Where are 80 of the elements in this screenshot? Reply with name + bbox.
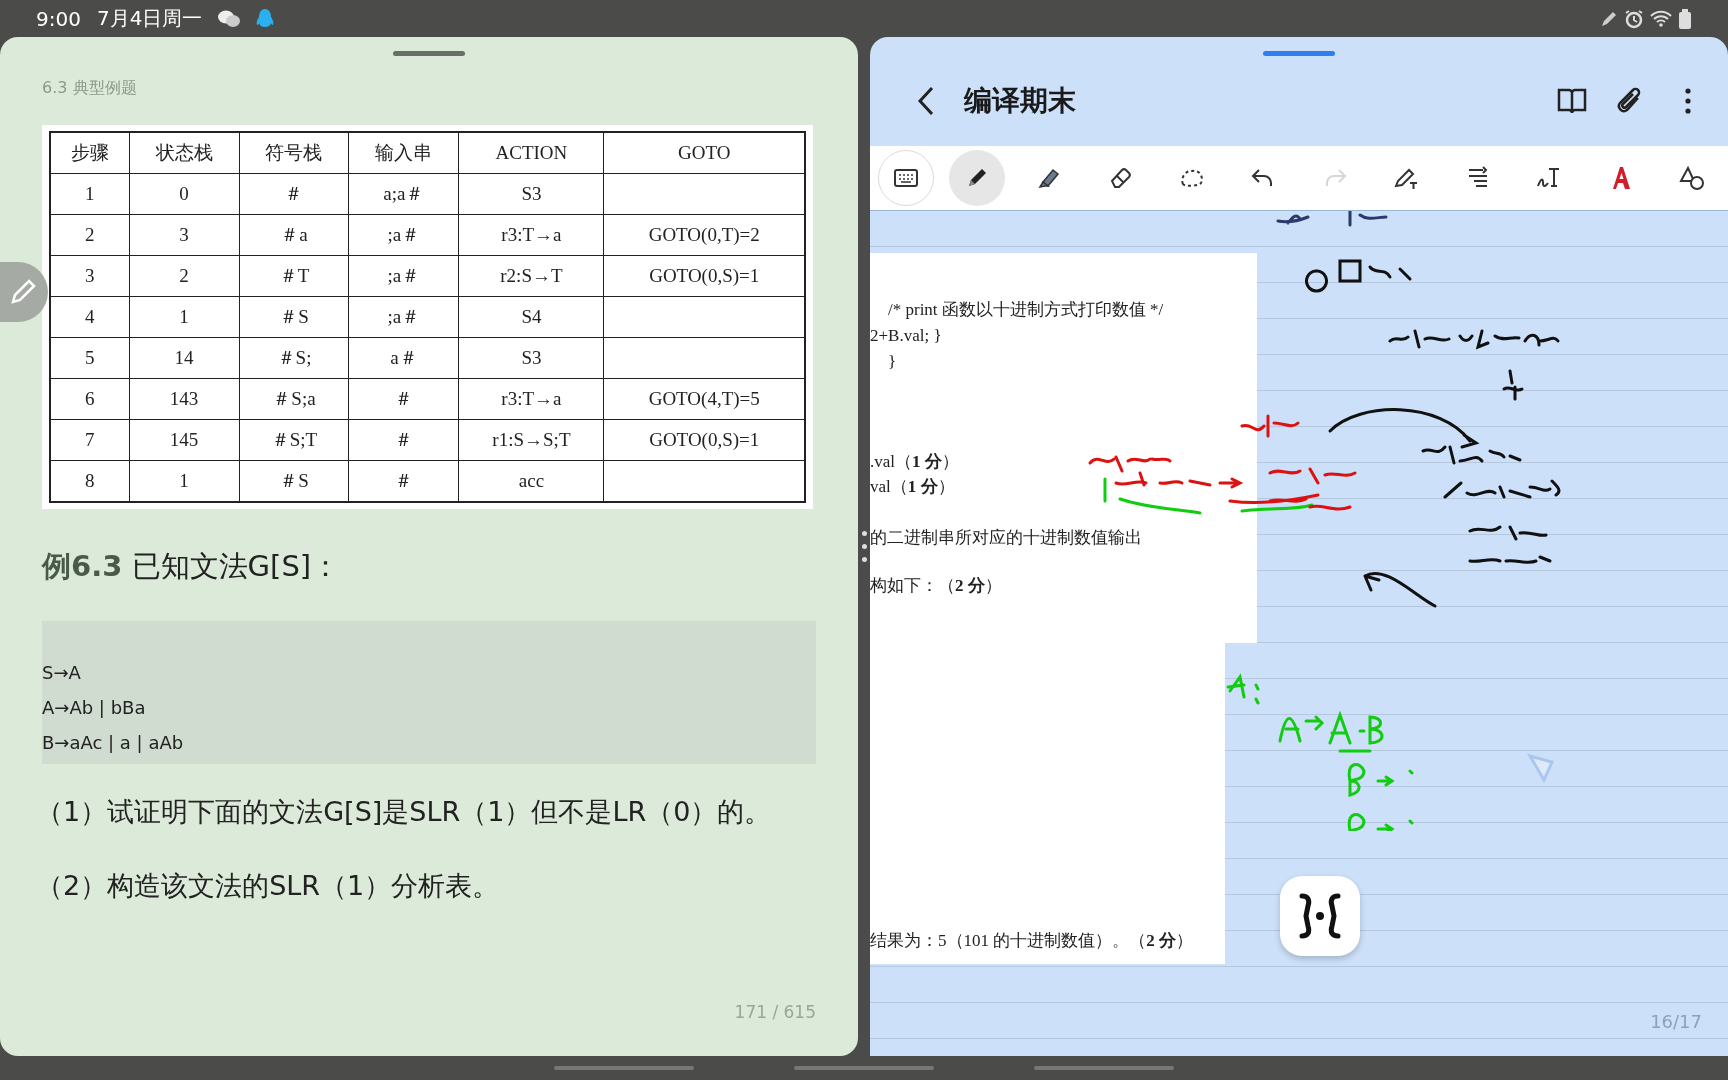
table-cell: r3:T→a: [458, 214, 604, 256]
table-cell: 7: [50, 419, 130, 461]
table-header: ACTION: [458, 132, 604, 174]
document-line: 2+B.val; }: [870, 325, 943, 347]
table-cell: ＃S;T: [239, 419, 349, 461]
table-cell: 143: [129, 378, 240, 420]
drag-handle[interactable]: [1263, 51, 1335, 56]
table-cell: a＃: [348, 337, 459, 379]
split-handle-dot[interactable]: [861, 544, 867, 549]
table-cell: 3: [50, 255, 130, 297]
table-cell: 14: [129, 337, 240, 379]
pen-icon: [1600, 9, 1618, 28]
pencil-icon: [8, 277, 38, 307]
page-indicator: 16/17: [1650, 1011, 1702, 1032]
table-cell: S4: [458, 296, 604, 338]
grammar-rule: A→Ab | bBa: [42, 696, 147, 720]
table-header: 步骤: [50, 132, 130, 174]
back-icon: [916, 85, 936, 117]
table-cell: r3:T→a: [458, 378, 604, 420]
floating-app-button[interactable]: [1280, 876, 1360, 956]
table-cell: r1:S→S;T: [458, 419, 604, 461]
table-cell: 1: [50, 173, 130, 215]
document-line: 构如下：（2 分）: [870, 575, 1003, 597]
table-cell: 1: [129, 296, 240, 338]
section-title: 6.3 典型例题: [42, 78, 138, 99]
table-cell: ＃S;a: [239, 378, 349, 420]
table-cell: ＃a: [239, 214, 349, 256]
alarm-icon: [1624, 8, 1644, 29]
table-cell: 2: [129, 255, 240, 297]
table-cell: ＃S;: [239, 337, 349, 379]
battery-icon: [1678, 8, 1692, 29]
table-cell: a;a＃: [348, 173, 459, 215]
document-line: 的二进制串所对应的十进制数值输出: [870, 527, 1143, 549]
table-header: 输入串: [348, 132, 459, 174]
date: 7月4日周一: [96, 5, 203, 32]
drag-handle[interactable]: [393, 51, 465, 56]
note-title: 编译期末: [964, 83, 1077, 119]
shapes-icon: [1678, 164, 1706, 192]
split-handle-dot[interactable]: [861, 557, 867, 562]
table-cell: 145: [129, 419, 240, 461]
table-cell: ;a＃: [348, 214, 459, 256]
document-line: 结果为：5（101 的十进制数值）。（2 分）: [870, 930, 1194, 952]
table-cell: S3: [458, 173, 604, 215]
table-header: 符号栈: [239, 132, 349, 174]
table-cell: r2:S→T: [458, 255, 604, 297]
table-cell: 3: [129, 214, 240, 256]
navigation-handle[interactable]: [1034, 1066, 1174, 1070]
wifi-icon: [1650, 9, 1672, 28]
table-cell: 2: [50, 214, 130, 256]
table-header: 状态栈: [129, 132, 240, 174]
table-cell: ;a＃: [348, 296, 459, 338]
book-icon: [1557, 87, 1587, 115]
table-cell: ＃: [348, 378, 459, 420]
document-line: }: [887, 351, 898, 373]
document-line: val（1 分）: [870, 476, 956, 498]
table-cell: ＃: [348, 419, 459, 461]
navigation-handle[interactable]: [554, 1066, 694, 1070]
document-line: /* print 函数以十进制方式打印数值 */: [887, 299, 1165, 321]
table-cell: ＃S: [239, 296, 349, 338]
table-cell: 4: [50, 296, 130, 338]
table-cell: ;a＃: [348, 255, 459, 297]
table-cell: 6: [50, 378, 130, 420]
table-cell: ＃: [239, 173, 349, 215]
split-handle-dot[interactable]: [861, 531, 867, 536]
chat-bubbles-icon: [218, 9, 241, 28]
table-cell: ＃T: [239, 255, 349, 297]
navigation-handle[interactable]: [794, 1066, 934, 1070]
grammar-rule: B→aAc | a | aAb: [42, 731, 185, 755]
example-heading: 例6.3 已知文法G[S]：: [42, 548, 342, 585]
table-cell: 0: [129, 173, 240, 215]
more-icon: [1685, 88, 1691, 114]
clock: 9:00: [36, 6, 81, 31]
penguin-icon: [256, 7, 275, 30]
document-line: .val（1 分）: [870, 451, 960, 473]
question-text: （2）构造该文法的SLR（1）分析表。: [36, 869, 501, 903]
grammar-rule: S→A: [42, 661, 82, 685]
question-text: （1）试证明下面的文法G[S]是SLR（1）但不是LR（0）的。: [36, 795, 773, 829]
page-indicator: 171 / 615: [734, 1002, 816, 1022]
table-cell: S3: [458, 337, 604, 379]
table-cell: 5: [50, 337, 130, 379]
